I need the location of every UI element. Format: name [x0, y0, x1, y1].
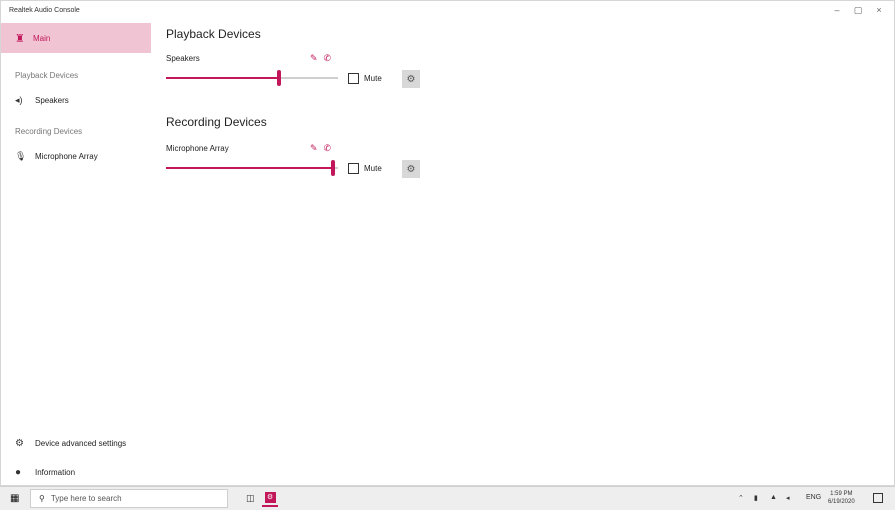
battery-icon[interactable]: ▮ — [754, 494, 758, 502]
sidebar-item-label: Device advanced settings — [35, 438, 127, 448]
speakers-mute-checkbox[interactable]: Mute — [348, 73, 382, 84]
microphone-mute-checkbox[interactable]: Mute — [348, 163, 382, 174]
taskbar: ▦ ⚲ Type here to search ◫ ⚙ ⌃ ▮ ▲ ◂ ENG … — [0, 486, 895, 510]
microphone-icon: 🎙︎ — [15, 150, 27, 161]
title-bar[interactable]: Realtek Audio Console – ▢ × — [1, 1, 894, 23]
clock-time: 1:59 PM — [830, 491, 853, 497]
slider-track — [281, 77, 338, 79]
checkbox-box[interactable] — [348, 73, 359, 84]
sidebar-item-label: Main — [33, 33, 51, 43]
sidebar-item-main[interactable]: ♜ Main — [1, 23, 151, 53]
speakers-settings-button[interactable]: ⚙ — [402, 70, 420, 88]
sidebar: ♜ Main Playback Devices ◂) Speakers Reco… — [1, 23, 151, 485]
sidebar-item-label: Microphone Array — [35, 151, 98, 161]
app-window: Realtek Audio Console – ▢ × ♜ Main Playb… — [0, 0, 895, 486]
minimize-button[interactable]: – — [829, 5, 845, 15]
phone-icon[interactable]: ✆ — [324, 143, 332, 154]
playback-devices-header: Playback Devices — [15, 71, 79, 80]
taskbar-app-realtek[interactable]: ⚙ — [262, 489, 278, 507]
sidebar-item-information[interactable]: ● Information — [1, 461, 151, 483]
network-icon[interactable]: ▲ — [770, 494, 777, 501]
close-button[interactable]: × — [871, 5, 887, 15]
sidebar-item-microphone-array[interactable]: 🎙︎ Microphone Array — [1, 145, 151, 167]
speaker-icon: ◂) — [15, 94, 23, 105]
gear-icon: ⚙ — [406, 73, 416, 85]
mute-label: Mute — [364, 164, 382, 173]
sidebar-item-label: Information — [35, 467, 76, 477]
microphone-status-icons: ✎ ✆ — [310, 143, 331, 154]
device-name-speakers: Speakers — [166, 54, 200, 63]
clock-date: 6/19/2020 — [828, 499, 855, 505]
slider-thumb[interactable] — [331, 160, 335, 176]
edit-check-icon[interactable]: ✎ — [310, 53, 318, 64]
sidebar-item-speakers[interactable]: ◂) Speakers — [1, 89, 151, 111]
realtek-app-icon: ⚙ — [264, 491, 276, 503]
speakers-status-icons: ✎ ✆ — [310, 53, 331, 64]
taskbar-search-box[interactable]: ⚲ Type here to search — [30, 489, 228, 508]
gear-icon: ⚙ — [15, 437, 24, 449]
home-icon: ♜ — [15, 32, 25, 45]
edit-check-icon[interactable]: ✎ — [310, 143, 318, 154]
slider-thumb[interactable] — [277, 70, 281, 86]
volume-icon[interactable]: ◂ — [786, 494, 790, 502]
microphone-volume-slider[interactable] — [166, 160, 338, 176]
taskbar-clock[interactable]: 1:59 PM 6/19/2020 — [828, 490, 855, 506]
language-indicator[interactable]: ENG — [806, 494, 821, 501]
recording-devices-header: Recording Devices — [15, 127, 83, 136]
mute-label: Mute — [364, 74, 382, 83]
microphone-settings-button[interactable]: ⚙ — [402, 160, 420, 178]
recording-devices-heading: Recording Devices — [166, 115, 267, 129]
playback-devices-heading: Playback Devices — [166, 27, 261, 41]
notification-icon[interactable] — [873, 493, 883, 503]
chevron-up-icon[interactable]: ⌃ — [738, 494, 744, 502]
slider-fill — [166, 167, 331, 169]
search-icon: ⚲ — [39, 494, 45, 503]
speakers-volume-slider[interactable] — [166, 70, 338, 86]
slider-track — [335, 167, 338, 169]
checkbox-box[interactable] — [348, 163, 359, 174]
sidebar-item-label: Speakers — [35, 95, 69, 105]
gear-icon: ⚙ — [406, 163, 416, 175]
window-title: Realtek Audio Console — [9, 7, 80, 14]
sidebar-item-device-advanced-settings[interactable]: ⚙ Device advanced settings — [1, 432, 151, 454]
device-name-microphone-array: Microphone Array — [166, 144, 229, 153]
maximize-button[interactable]: ▢ — [850, 5, 866, 16]
search-placeholder: Type here to search — [50, 494, 122, 503]
phone-icon[interactable]: ✆ — [324, 53, 332, 64]
task-view-icon[interactable]: ◫ — [246, 493, 255, 504]
slider-fill — [166, 77, 277, 79]
windows-start-icon[interactable]: ▦ — [10, 493, 19, 504]
info-icon: ● — [15, 466, 22, 478]
